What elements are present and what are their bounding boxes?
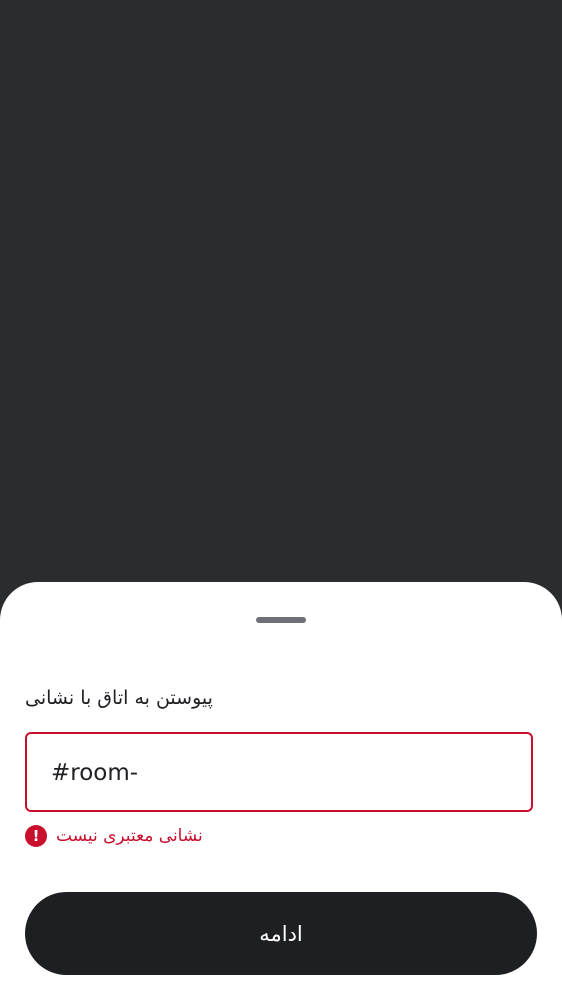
error-message-row: ! نشانی معتبری نیست	[25, 823, 203, 849]
sheet-title: پیوستن به اتاق با نشانی	[25, 687, 213, 709]
room-address-field[interactable]	[25, 732, 533, 812]
error-message: نشانی معتبری نیست	[56, 826, 203, 846]
room-address-input[interactable]	[51, 756, 501, 790]
error-icon: !	[25, 825, 47, 847]
continue-button[interactable]: ادامه	[25, 892, 537, 975]
bottom-sheet: پیوستن به اتاق با نشانی ! نشانی معتبری ن…	[0, 582, 562, 1000]
drag-handle[interactable]	[256, 617, 306, 623]
